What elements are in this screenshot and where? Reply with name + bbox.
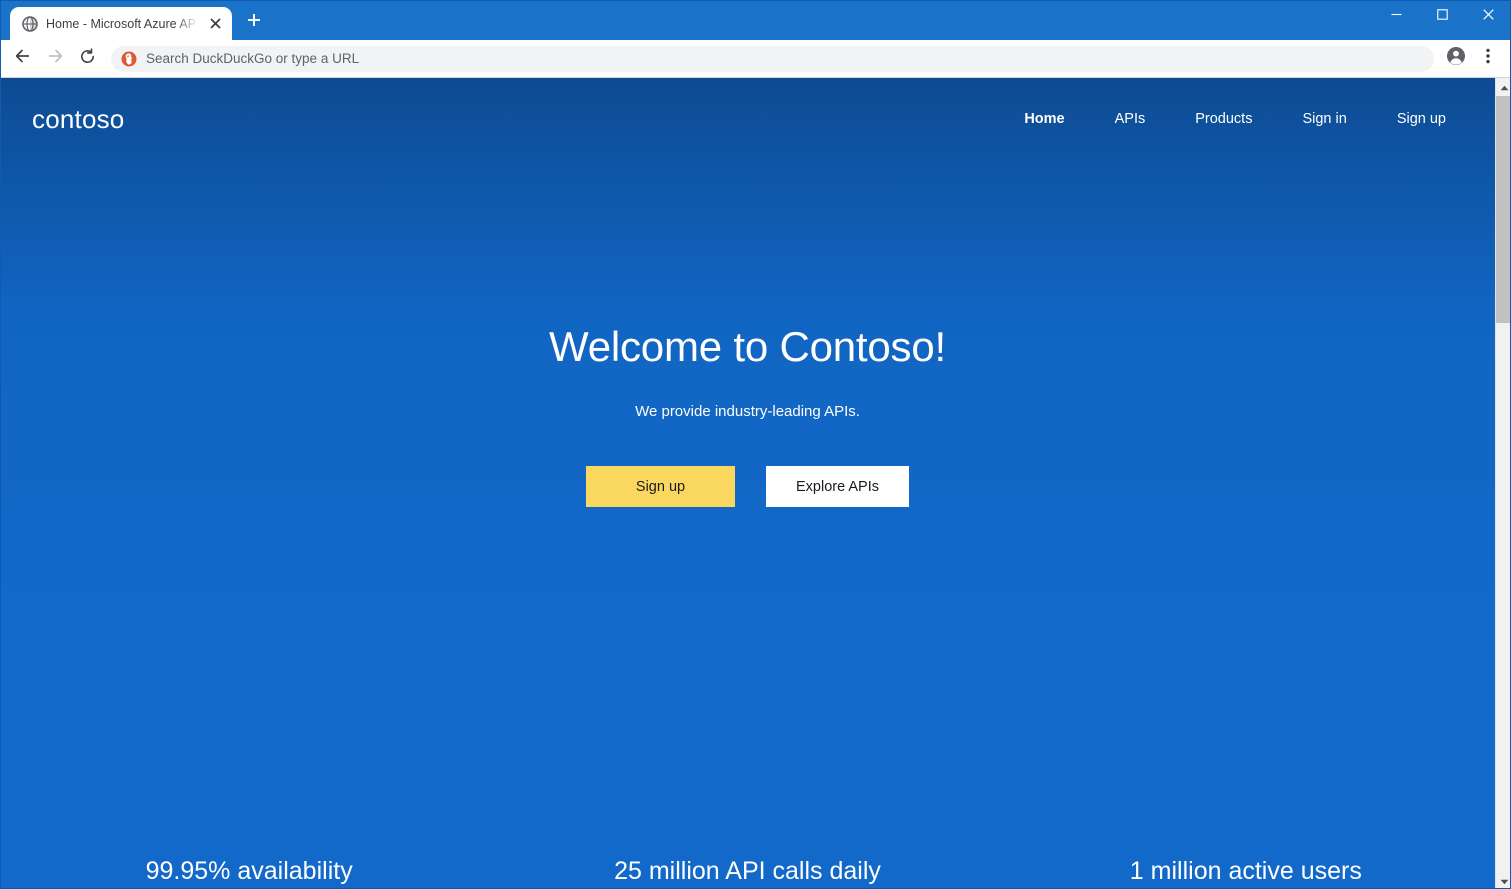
close-icon[interactable] — [206, 15, 224, 33]
page-title: Welcome to Contoso! — [549, 323, 946, 370]
hero-content: Welcome to Contoso! We provide industry-… — [0, 78, 1495, 685]
reload-button[interactable] — [72, 44, 102, 74]
stat-item: 99.95% availability Our APIs can be used… — [0, 857, 498, 889]
browser-menu-button[interactable] — [1473, 44, 1503, 74]
toolbar-right-actions — [1441, 44, 1503, 74]
reload-icon — [79, 47, 96, 70]
globe-icon — [22, 15, 38, 32]
browser-window: Home - Microsoft Azure API Man — [0, 0, 1511, 889]
stat-value: 1 million active users — [1129, 857, 1362, 885]
tab-title: Home - Microsoft Azure API Man — [46, 16, 198, 31]
maximize-icon — [1436, 7, 1448, 25]
new-tab-button[interactable] — [238, 6, 270, 38]
profile-button[interactable] — [1441, 44, 1471, 74]
forward-button — [40, 44, 70, 74]
stat-value: 25 million API calls daily — [614, 857, 881, 885]
contoso-developer-portal: contoso Home APIs Products Sign in Sign … — [0, 78, 1495, 889]
explore-apis-button[interactable]: Explore APIs — [766, 466, 909, 508]
scrollbar-thumb[interactable] — [1496, 96, 1511, 323]
duckduckgo-icon — [121, 51, 137, 67]
close-icon — [1482, 7, 1494, 25]
window-controls — [1373, 0, 1511, 32]
scroll-up-arrow-icon — [1500, 78, 1509, 96]
nav-item-sign-in[interactable]: Sign in — [1277, 103, 1371, 135]
browser-titlebar: Home - Microsoft Azure API Man — [0, 0, 1511, 40]
scroll-down-button[interactable] — [1496, 872, 1511, 889]
plus-icon — [247, 13, 261, 32]
stats-strip: 99.95% availability Our APIs can be used… — [0, 685, 1495, 889]
browser-tab[interactable]: Home - Microsoft Azure API Man — [10, 7, 232, 40]
address-bar[interactable]: Search DuckDuckGo or type a URL — [111, 45, 1434, 72]
maximize-button[interactable] — [1419, 0, 1465, 32]
close-window-button[interactable] — [1465, 0, 1511, 32]
minimize-button[interactable] — [1373, 0, 1419, 32]
stat-item: 1 million active users Millions of peopl… — [997, 857, 1495, 889]
three-dot-menu-icon — [1486, 48, 1490, 69]
scroll-down-arrow-icon — [1500, 872, 1509, 889]
sign-up-button[interactable]: Sign up — [586, 466, 735, 508]
page-scrollbar[interactable] — [1495, 78, 1511, 889]
page-viewport: contoso Home APIs Products Sign in Sign … — [0, 78, 1511, 889]
site-nav-links: Home APIs Products Sign in Sign up — [999, 103, 1495, 135]
site-logo[interactable]: contoso — [32, 104, 124, 135]
account-avatar-icon — [1446, 46, 1466, 71]
forward-arrow-icon — [46, 47, 64, 70]
back-button[interactable] — [8, 44, 38, 74]
hero-cta-group: Sign up Explore APIs — [586, 466, 909, 508]
minimize-icon — [1391, 7, 1402, 25]
site-navbar: contoso Home APIs Products Sign in Sign … — [0, 78, 1495, 160]
nav-item-sign-up[interactable]: Sign up — [1372, 103, 1471, 135]
nav-item-home[interactable]: Home — [999, 103, 1089, 135]
tab-strip: Home - Microsoft Azure API Man — [0, 0, 270, 40]
nav-item-apis[interactable]: APIs — [1090, 103, 1171, 135]
back-arrow-icon — [14, 47, 32, 70]
browser-toolbar: Search DuckDuckGo or type a URL — [0, 40, 1511, 78]
address-bar-placeholder: Search DuckDuckGo or type a URL — [146, 51, 360, 66]
scroll-up-button[interactable] — [1496, 78, 1511, 95]
hero-subtitle: We provide industry-leading APIs. — [635, 403, 860, 421]
stat-item: 25 million API calls daily Our APIs defi… — [498, 857, 996, 889]
nav-item-products[interactable]: Products — [1170, 103, 1277, 135]
stat-value: 99.95% availability — [145, 857, 353, 885]
